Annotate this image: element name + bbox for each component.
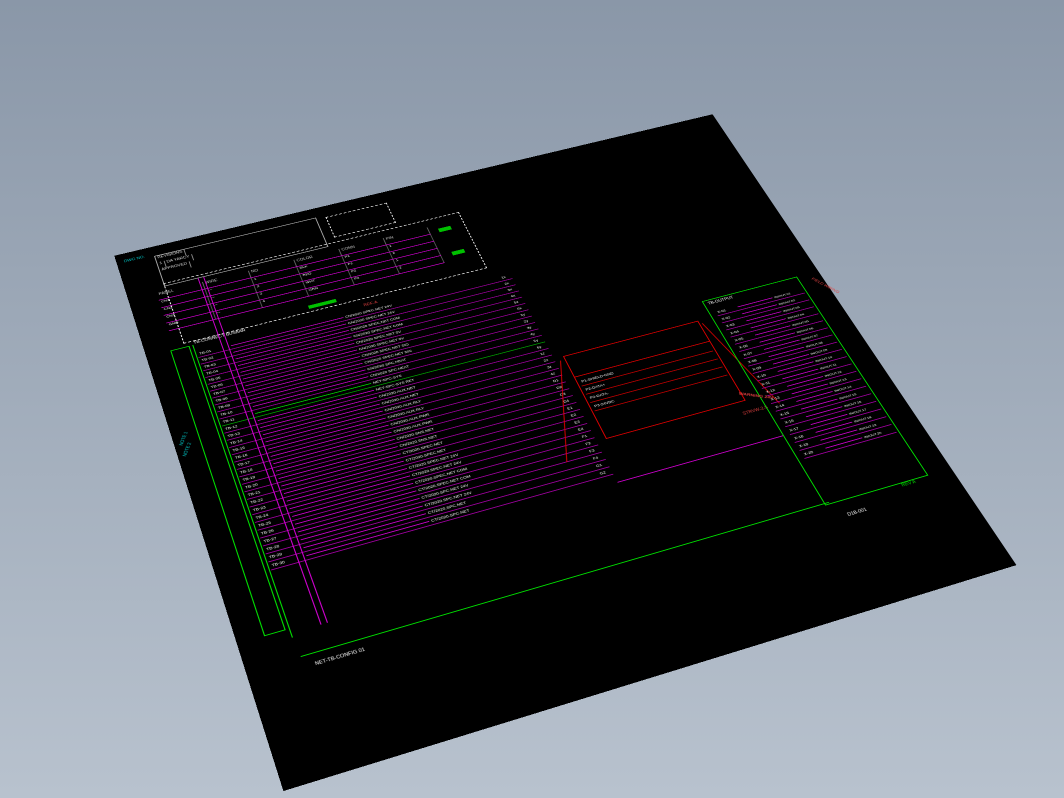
wiring-diagram: REVISIONS 1DA YARCY APPROVED DWG NO. PAN…	[114, 114, 1016, 791]
footer-right: D1B-001	[847, 507, 869, 517]
cad-drawing-plane[interactable]: REVISIONS 1DA YARCY APPROVED DWG NO. PAN…	[114, 114, 1016, 791]
inter-strip-wire-1	[617, 435, 783, 482]
dwg-no-label: DWG NO.	[124, 255, 146, 264]
secondary-terminal-strip: X-01IN/OUT.01X-02IN/OUT.02X-03IN/OUT.03X…	[714, 286, 897, 458]
field-wiring-label: FIELD WIRING	[810, 277, 840, 294]
conn-rows: P1-SHIELD-GNDP2-DATA+P2-DATA-P3-24VDC	[575, 342, 730, 414]
cad-viewport[interactable]: REVISIONS 1DA YARCY APPROVED DWG NO. PAN…	[0, 0, 1064, 798]
